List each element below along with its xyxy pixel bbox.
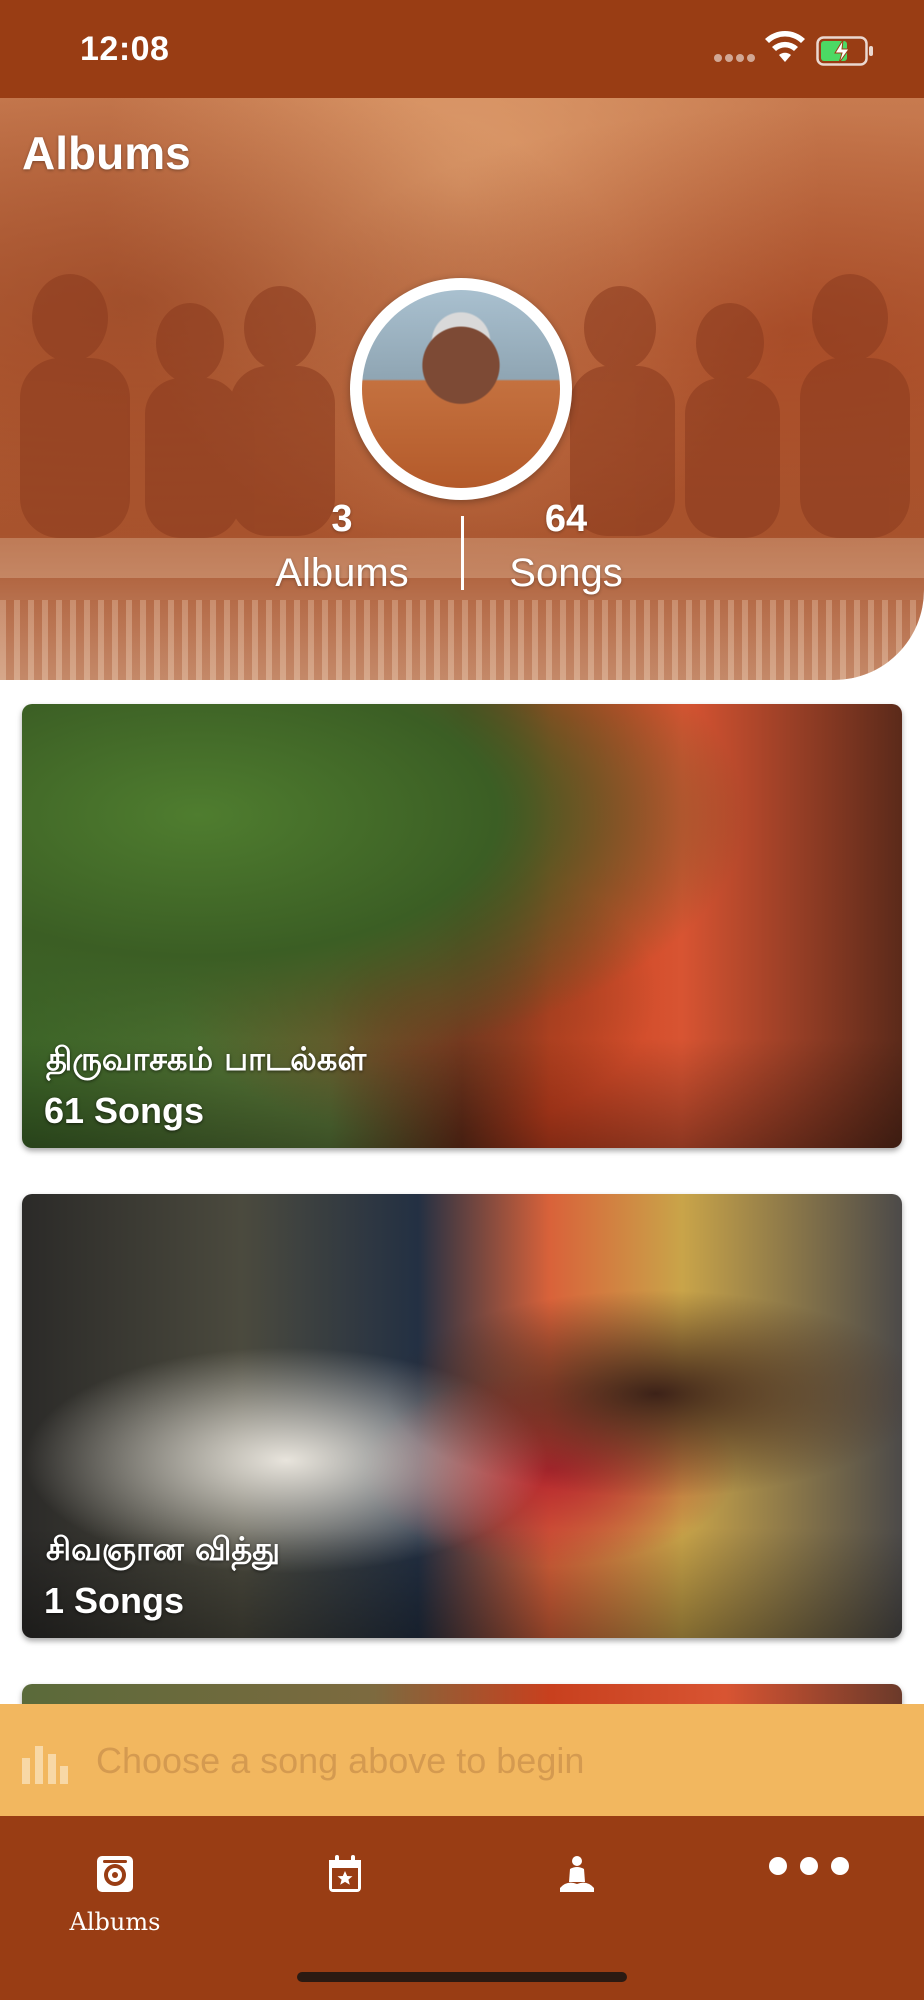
tab-albums[interactable]: Albums (40, 1838, 190, 1948)
mini-player[interactable]: Choose a song above to begin (0, 1704, 924, 1816)
calendar-star-icon (329, 1855, 361, 1892)
stats-divider (461, 516, 464, 590)
songs-stat: 64 Songs (466, 498, 666, 596)
battery-charging-icon (816, 36, 873, 66)
page-title: Albums (22, 127, 191, 179)
more-dots-icon (769, 1857, 849, 1875)
tab-events[interactable] (270, 1838, 420, 1948)
album-card[interactable]: திருவாசகம் பாடல்கள் 61 Songs (22, 704, 902, 1148)
albums-stat: 3 Albums (242, 498, 442, 596)
status-bar: 12:08 (0, 0, 924, 98)
album-song-count: 1 Songs (44, 1580, 185, 1621)
cellular-signal-icon (714, 54, 756, 62)
albums-count: 3 (331, 498, 353, 540)
home-indicator[interactable] (297, 1972, 627, 1982)
artist-header: Albums 3 Albums 64 Songs (0, 98, 924, 680)
meditation-icon (560, 1856, 594, 1892)
album-title: சிவஞான வித்து (46, 1530, 280, 1568)
tab-more[interactable] (734, 1838, 884, 1948)
tab-albums-label: Albums (69, 1908, 161, 1936)
stage-decoration (0, 600, 924, 680)
tab-profile[interactable] (502, 1838, 652, 1948)
album-title: திருவாசகம் பாடல்கள் (46, 1040, 367, 1078)
equalizer-icon (22, 1746, 68, 1784)
wifi-icon (765, 31, 805, 62)
artist-avatar (350, 278, 572, 500)
status-time: 12:08 (80, 30, 170, 68)
player-prompt: Choose a song above to begin (96, 1740, 585, 1781)
songs-label: Songs (509, 551, 623, 595)
songs-count: 64 (544, 498, 588, 540)
album-card[interactable]: சிவஞான வித்து 1 Songs (22, 1194, 902, 1638)
album-icon (97, 1856, 133, 1892)
album-song-count: 61 Songs (44, 1090, 205, 1131)
albums-label: Albums (275, 551, 409, 595)
